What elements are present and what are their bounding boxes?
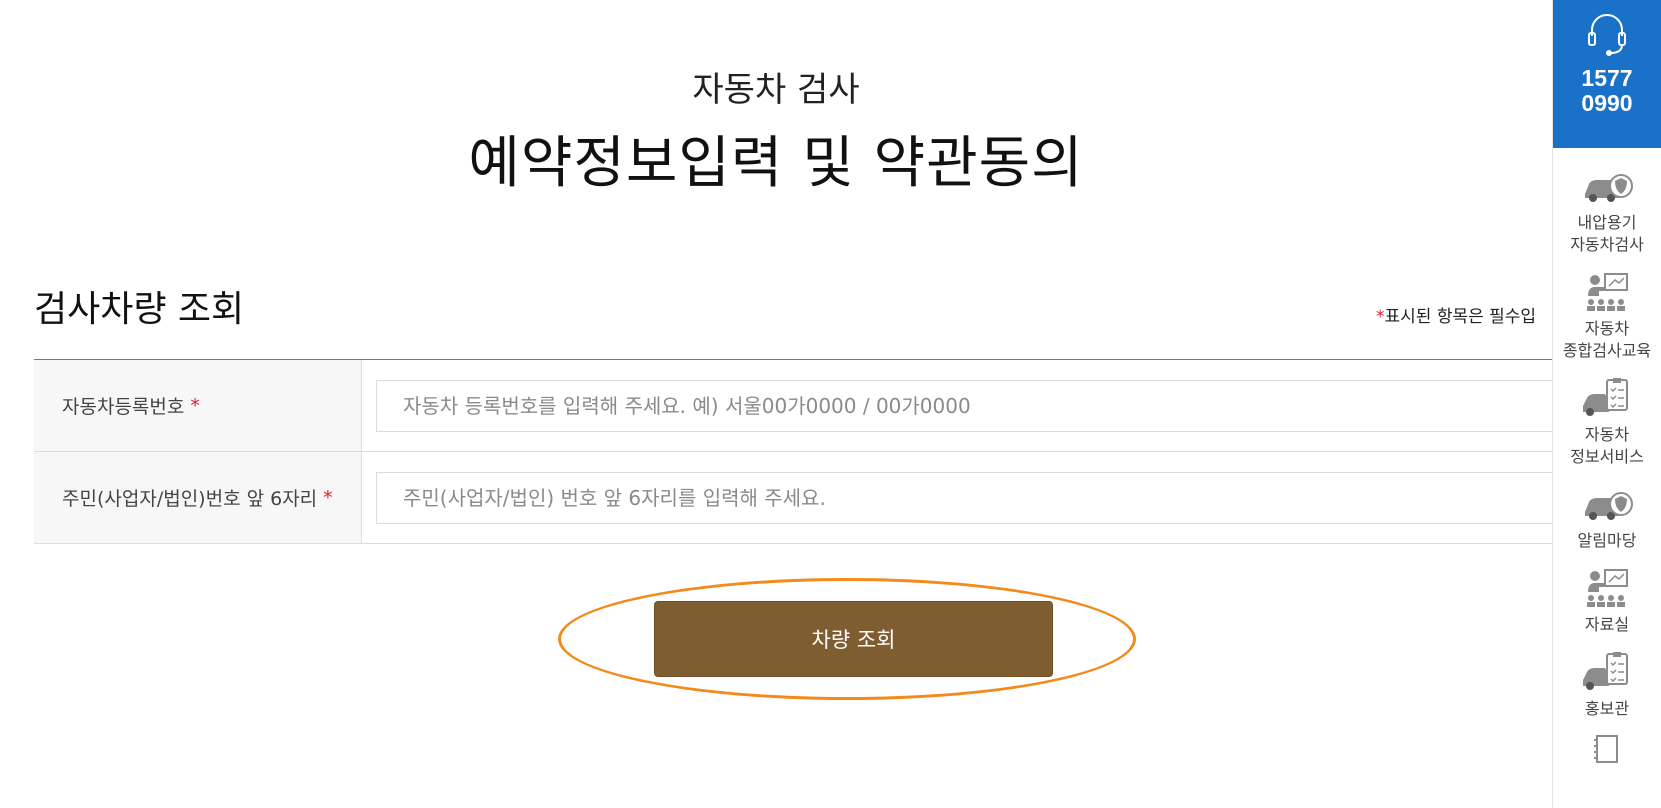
call-number-line1: 1577 [1581,65,1633,91]
label-line1: 자동차 [1584,319,1630,338]
label-line1: 자료실 [1584,615,1630,634]
registration-number-label: 자동차등록번호 * [34,360,362,451]
headset-icon [1588,14,1626,56]
side-item-pr-center[interactable]: 홍보관 [1553,650,1661,720]
instructor-icon [1587,569,1628,607]
call-center-number: 1577 0990 [1581,66,1632,116]
registration-number-cell [362,360,1552,451]
side-item-label: 자료실 [1585,614,1629,636]
vehicle-search-button[interactable]: 차량 조회 [654,601,1053,677]
side-item-education[interactable]: 자동차 종합검사교육 [1553,270,1661,362]
side-item-label: 알림마당 [1578,530,1637,552]
required-note: *표시된 항목은 필수입 [1376,302,1556,327]
car-shield-icon [1585,492,1633,520]
registration-number-label-text: 자동차등록번호 [62,396,185,418]
call-center-box[interactable]: 1577 0990 [1553,0,1661,148]
side-item-archive[interactable]: 자료실 [1553,566,1661,636]
side-item-notice[interactable]: 알림마당 [1553,482,1661,552]
label-line2: 종합검사교육 [1562,341,1652,360]
required-note-text: 표시된 항목은 필수입 [1384,307,1537,327]
vehicle-lookup-form: 자동차등록번호* 주민(사업자/법인)번호 앞 6자리* [34,359,1552,544]
car-checklist-icon [1583,378,1628,416]
notebook-icon [1594,735,1618,763]
car-checklist-icon [1583,652,1628,690]
label-line1: 홍보관 [1584,699,1630,718]
side-item-label: 홍보관 [1585,698,1629,720]
side-item-label: 자동차 종합검사교육 [1563,318,1651,362]
required-star: * [1376,307,1385,327]
registration-number-input[interactable] [376,379,1552,432]
page-title: 예약정보입력 및 약관동의 [468,131,1084,196]
required-star: * [323,486,333,509]
side-item-pressure-vessel[interactable]: 내압용기 자동차검사 [1553,164,1661,256]
side-item-label: 자동차 정보서비스 [1570,424,1644,468]
id-number-cell [362,452,1552,543]
section-title: 검사차량 조회 [34,289,245,330]
form-row-registration: 자동차등록번호 * [34,360,1552,452]
required-star: * [190,394,200,417]
call-number-line2: 0990 [1581,90,1633,116]
id-number-input[interactable] [376,471,1552,524]
label-line1: 알림마당 [1577,531,1637,550]
page-subtitle: 자동차 검사 [692,70,860,110]
id-number-label: 주민(사업자/법인)번호 앞 6자리 * [34,452,362,543]
car-shield-icon [1585,174,1633,202]
side-item-info-service[interactable]: 자동차 정보서비스 [1553,376,1661,468]
side-quick-menu: 1577 0990 내압용기 자동차검사 자동차 종합검사교육 자동차 정보서비… [1552,0,1661,808]
form-row-id-number: 주민(사업자/법인)번호 앞 6자리 * [34,452,1552,544]
label-line2: 정보서비스 [1570,447,1644,466]
side-item-more[interactable] [1553,730,1661,774]
label-line2: 자동차검사 [1570,235,1644,254]
label-line1: 자동차 [1584,425,1630,444]
id-number-label-text: 주민(사업자/법인)번호 앞 6자리 [62,488,318,510]
side-item-label: 내압용기 자동차검사 [1570,212,1644,256]
label-line1: 내압용기 [1577,213,1637,232]
instructor-icon [1587,273,1628,311]
